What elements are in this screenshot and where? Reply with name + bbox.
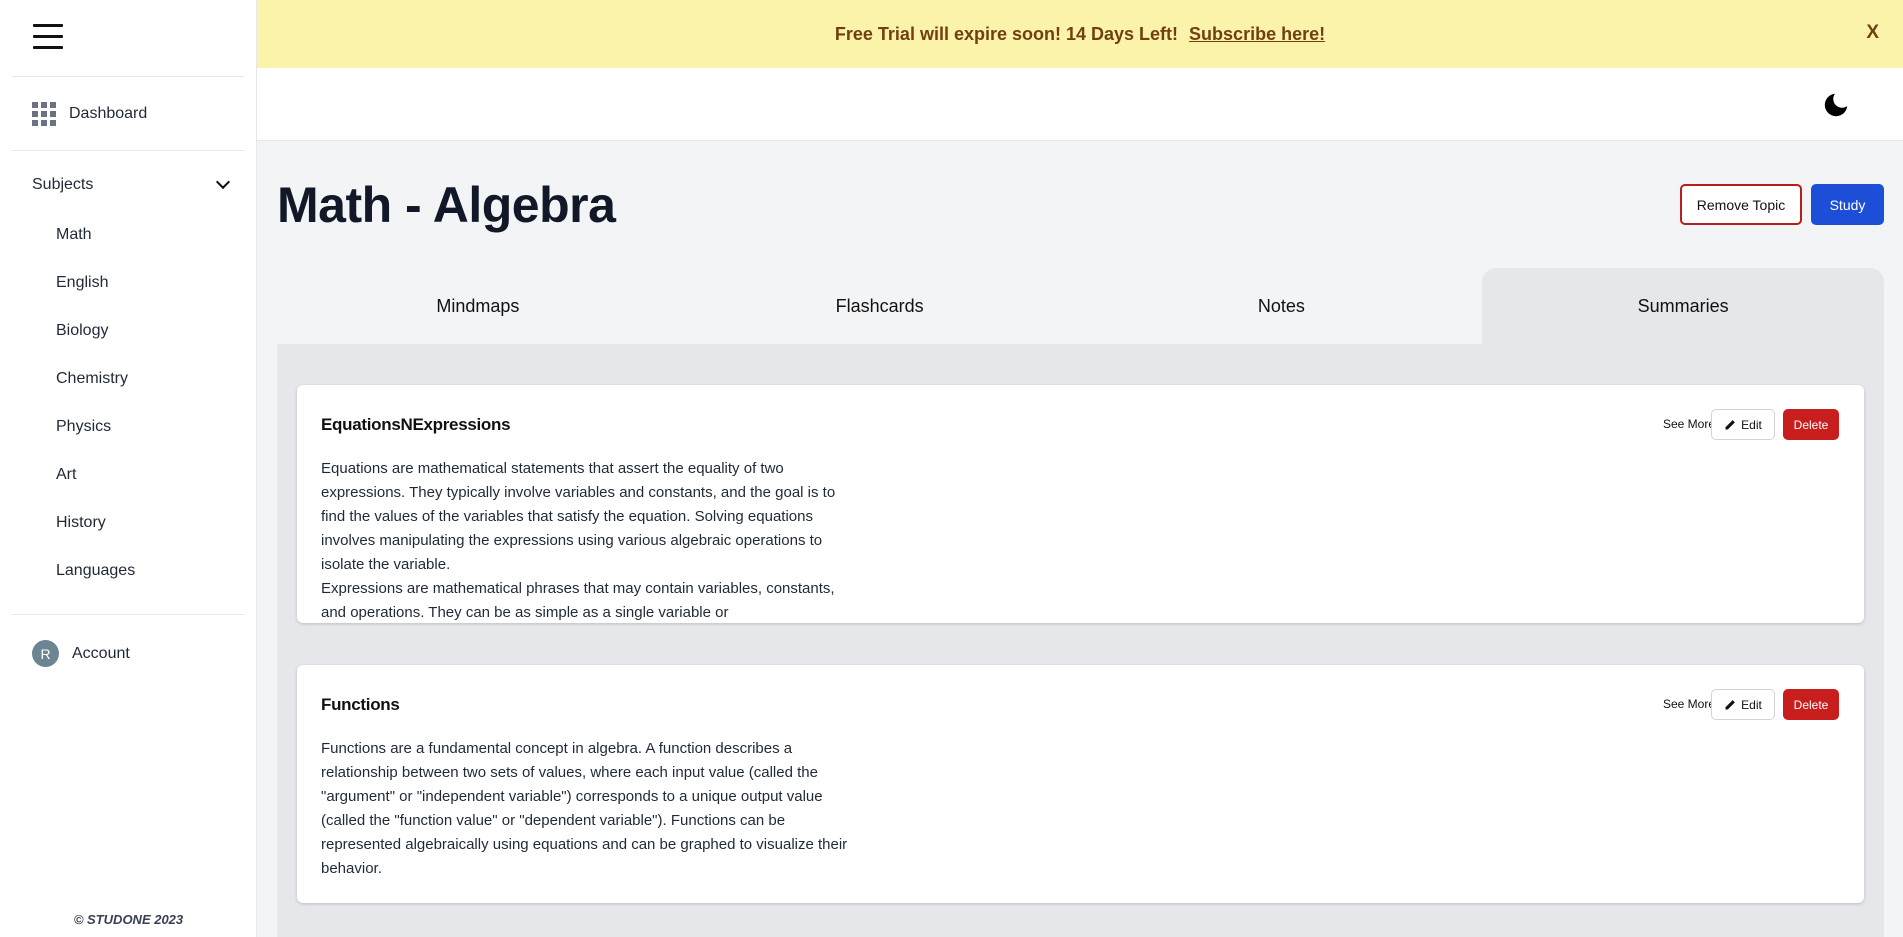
pencil-icon — [1725, 699, 1736, 709]
tab-summaries[interactable]: Summaries — [1482, 268, 1884, 344]
sidebar-divider — [12, 614, 244, 615]
edit-label: Edit — [1741, 417, 1762, 432]
trial-banner-text: Free Trial will expire soon! 14 Days Lef… — [834, 23, 1179, 44]
sidebar-item-chemistry[interactable]: Chemistry — [56, 370, 128, 388]
summaries-panel: EquationsNExpressions See More Edit Dele… — [277, 344, 1884, 937]
edit-button[interactable]: Edit — [1711, 409, 1775, 440]
summary-text: Functions are a fundamental concept in a… — [321, 740, 848, 877]
summary-card: EquationsNExpressions See More Edit Dele… — [297, 385, 1864, 623]
summary-text: Equations are mathematical statements th… — [321, 460, 836, 621]
copyright: © STUDONE 2023 — [73, 912, 184, 927]
pencil-icon — [1725, 419, 1736, 429]
summary-card: Functions See More Edit Delete Functions… — [297, 665, 1864, 903]
see-more-button[interactable]: See More — [1663, 697, 1715, 711]
edit-button[interactable]: Edit — [1711, 689, 1775, 720]
chevron-down-icon — [215, 174, 231, 190]
sidebar-item-art[interactable]: Art — [56, 466, 76, 484]
page-title: Math - Algebra — [277, 177, 616, 233]
menu-icon[interactable] — [33, 24, 63, 52]
banner-close-button[interactable]: X — [1866, 22, 1879, 44]
sidebar-item-biology[interactable]: Biology — [56, 322, 108, 340]
top-bar — [257, 68, 1903, 141]
dashboard-grid-icon — [32, 102, 56, 126]
study-button[interactable]: Study — [1811, 184, 1884, 225]
tab-flashcards[interactable]: Flashcards — [679, 268, 1081, 344]
sidebar-item-label: Account — [72, 644, 130, 662]
trial-banner: Free Trial will expire soon! 14 Days Lef… — [257, 0, 1903, 68]
subjects-label: Subjects — [32, 176, 94, 193]
avatar: R — [32, 640, 59, 667]
moon-icon[interactable] — [1821, 90, 1851, 120]
see-more-button[interactable]: See More — [1663, 417, 1715, 431]
edit-label: Edit — [1741, 697, 1762, 712]
sidebar-item-math[interactable]: Math — [56, 226, 92, 244]
sidebar-item-dashboard[interactable]: Dashboard — [32, 102, 147, 126]
tab-bar: Mindmaps Flashcards Notes Summaries — [277, 268, 1884, 344]
sidebar: Dashboard Subjects Math English Biology … — [0, 0, 257, 937]
summary-title: Functions — [321, 695, 400, 714]
subscribe-link[interactable]: Subscribe here! — [1189, 24, 1325, 44]
subjects-toggle[interactable]: Subjects — [32, 174, 232, 194]
remove-topic-button[interactable]: Remove Topic — [1680, 184, 1802, 225]
summary-title: EquationsNExpressions — [321, 415, 511, 434]
sidebar-item-label: Dashboard — [69, 105, 148, 122]
sidebar-divider — [12, 150, 244, 151]
sidebar-item-history[interactable]: History — [56, 514, 106, 532]
delete-button[interactable]: Delete — [1783, 689, 1839, 720]
sidebar-item-english[interactable]: English — [56, 274, 108, 292]
delete-button[interactable]: Delete — [1783, 409, 1839, 440]
sidebar-divider — [12, 76, 244, 77]
tab-mindmaps[interactable]: Mindmaps — [277, 268, 679, 344]
sidebar-item-account[interactable]: R Account — [32, 640, 130, 667]
sidebar-item-physics[interactable]: Physics — [56, 418, 111, 436]
tab-notes[interactable]: Notes — [1081, 268, 1483, 344]
sidebar-item-languages[interactable]: Languages — [56, 562, 135, 580]
